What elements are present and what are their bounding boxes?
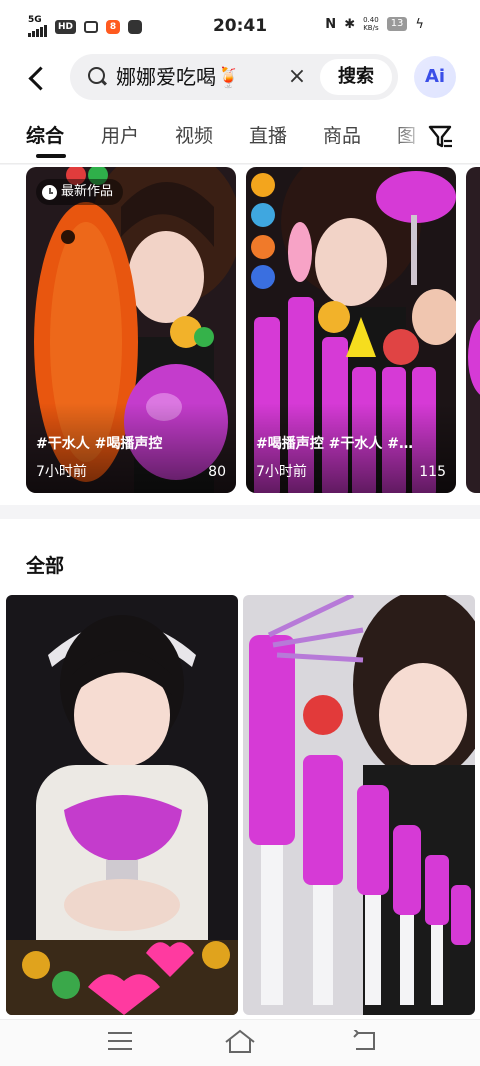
tab-videos[interactable]: 视频 xyxy=(175,124,213,148)
latest-works-section: 最新作品 #干水人 #喝播声控 7小时前 80 #喝播声控 #干水人 #… 7小… xyxy=(0,165,480,505)
nfc-icon: N xyxy=(325,16,337,32)
tab-users[interactable]: 用户 xyxy=(101,124,139,148)
tab-products[interactable]: 商品 xyxy=(323,124,361,148)
video-card[interactable]: 最新作品 #干水人 #喝播声控 7小时前 80 xyxy=(26,167,236,493)
home-icon[interactable] xyxy=(224,1028,256,1054)
speed-unit: KB/s xyxy=(363,24,379,32)
tab-live[interactable]: 直播 xyxy=(249,124,287,148)
video-card[interactable] xyxy=(243,595,475,1015)
clear-search-button[interactable]: × xyxy=(286,66,308,88)
search-box[interactable]: 娜娜爱吃喝🍹 × 搜索 xyxy=(70,54,398,100)
back-icon[interactable] xyxy=(352,1030,378,1052)
search-submit-button[interactable]: 搜索 xyxy=(320,59,392,95)
ai-assistant-button[interactable]: Ai xyxy=(414,56,456,98)
card-hashtags: #喝播声控 #干水人 #… xyxy=(256,436,413,452)
video-card[interactable] xyxy=(6,595,238,1015)
card-like-count: 80 xyxy=(208,464,226,480)
active-tab-indicator xyxy=(36,154,66,158)
card-time: 7小时前 xyxy=(256,464,307,480)
back-arrow-icon[interactable] xyxy=(22,62,54,94)
clock-icon xyxy=(42,184,57,200)
search-input[interactable]: 娜娜爱吃喝🍹 xyxy=(116,65,241,89)
filter-icon[interactable] xyxy=(428,124,454,150)
status-bar: 5G HD 8 20:41 N ✱ 0.40 KB/s 13 ϟ xyxy=(0,0,480,52)
section-title: 全部 xyxy=(26,555,65,577)
card-like-count: 115 xyxy=(419,464,446,480)
search-header: 娜娜爱吃喝🍹 × 搜索 Ai xyxy=(0,52,480,104)
bluetooth-icon: ✱ xyxy=(344,16,356,32)
speed-value: 0.40 xyxy=(363,16,379,24)
card-hashtags: #干水人 #喝播声控 xyxy=(36,436,163,452)
search-icon xyxy=(88,67,108,87)
status-right: N ✱ 0.40 KB/s 13 ϟ xyxy=(325,16,424,32)
all-results-section: 全部 xyxy=(0,519,480,1019)
video-thumbnail xyxy=(466,167,480,493)
search-result-tabs: 综合 用户 视频 直播 商品 图 xyxy=(0,104,480,164)
video-card-partial[interactable] xyxy=(466,167,480,493)
card-time: 7小时前 xyxy=(36,464,87,480)
battery-level: 13 xyxy=(386,17,408,31)
badge-label: 最新作品 xyxy=(61,184,114,199)
system-navigation-bar xyxy=(0,1019,480,1066)
video-thumbnail xyxy=(243,595,475,1015)
tab-comprehensive[interactable]: 综合 xyxy=(26,124,64,148)
latest-badge: 最新作品 xyxy=(36,179,124,205)
video-thumbnail xyxy=(6,595,238,1015)
menu-icon[interactable] xyxy=(108,1032,132,1052)
charging-icon: ϟ xyxy=(415,16,424,32)
network-speed: 0.40 KB/s xyxy=(363,16,379,32)
video-card[interactable]: #喝播声控 #干水人 #… 7小时前 115 xyxy=(246,167,456,493)
